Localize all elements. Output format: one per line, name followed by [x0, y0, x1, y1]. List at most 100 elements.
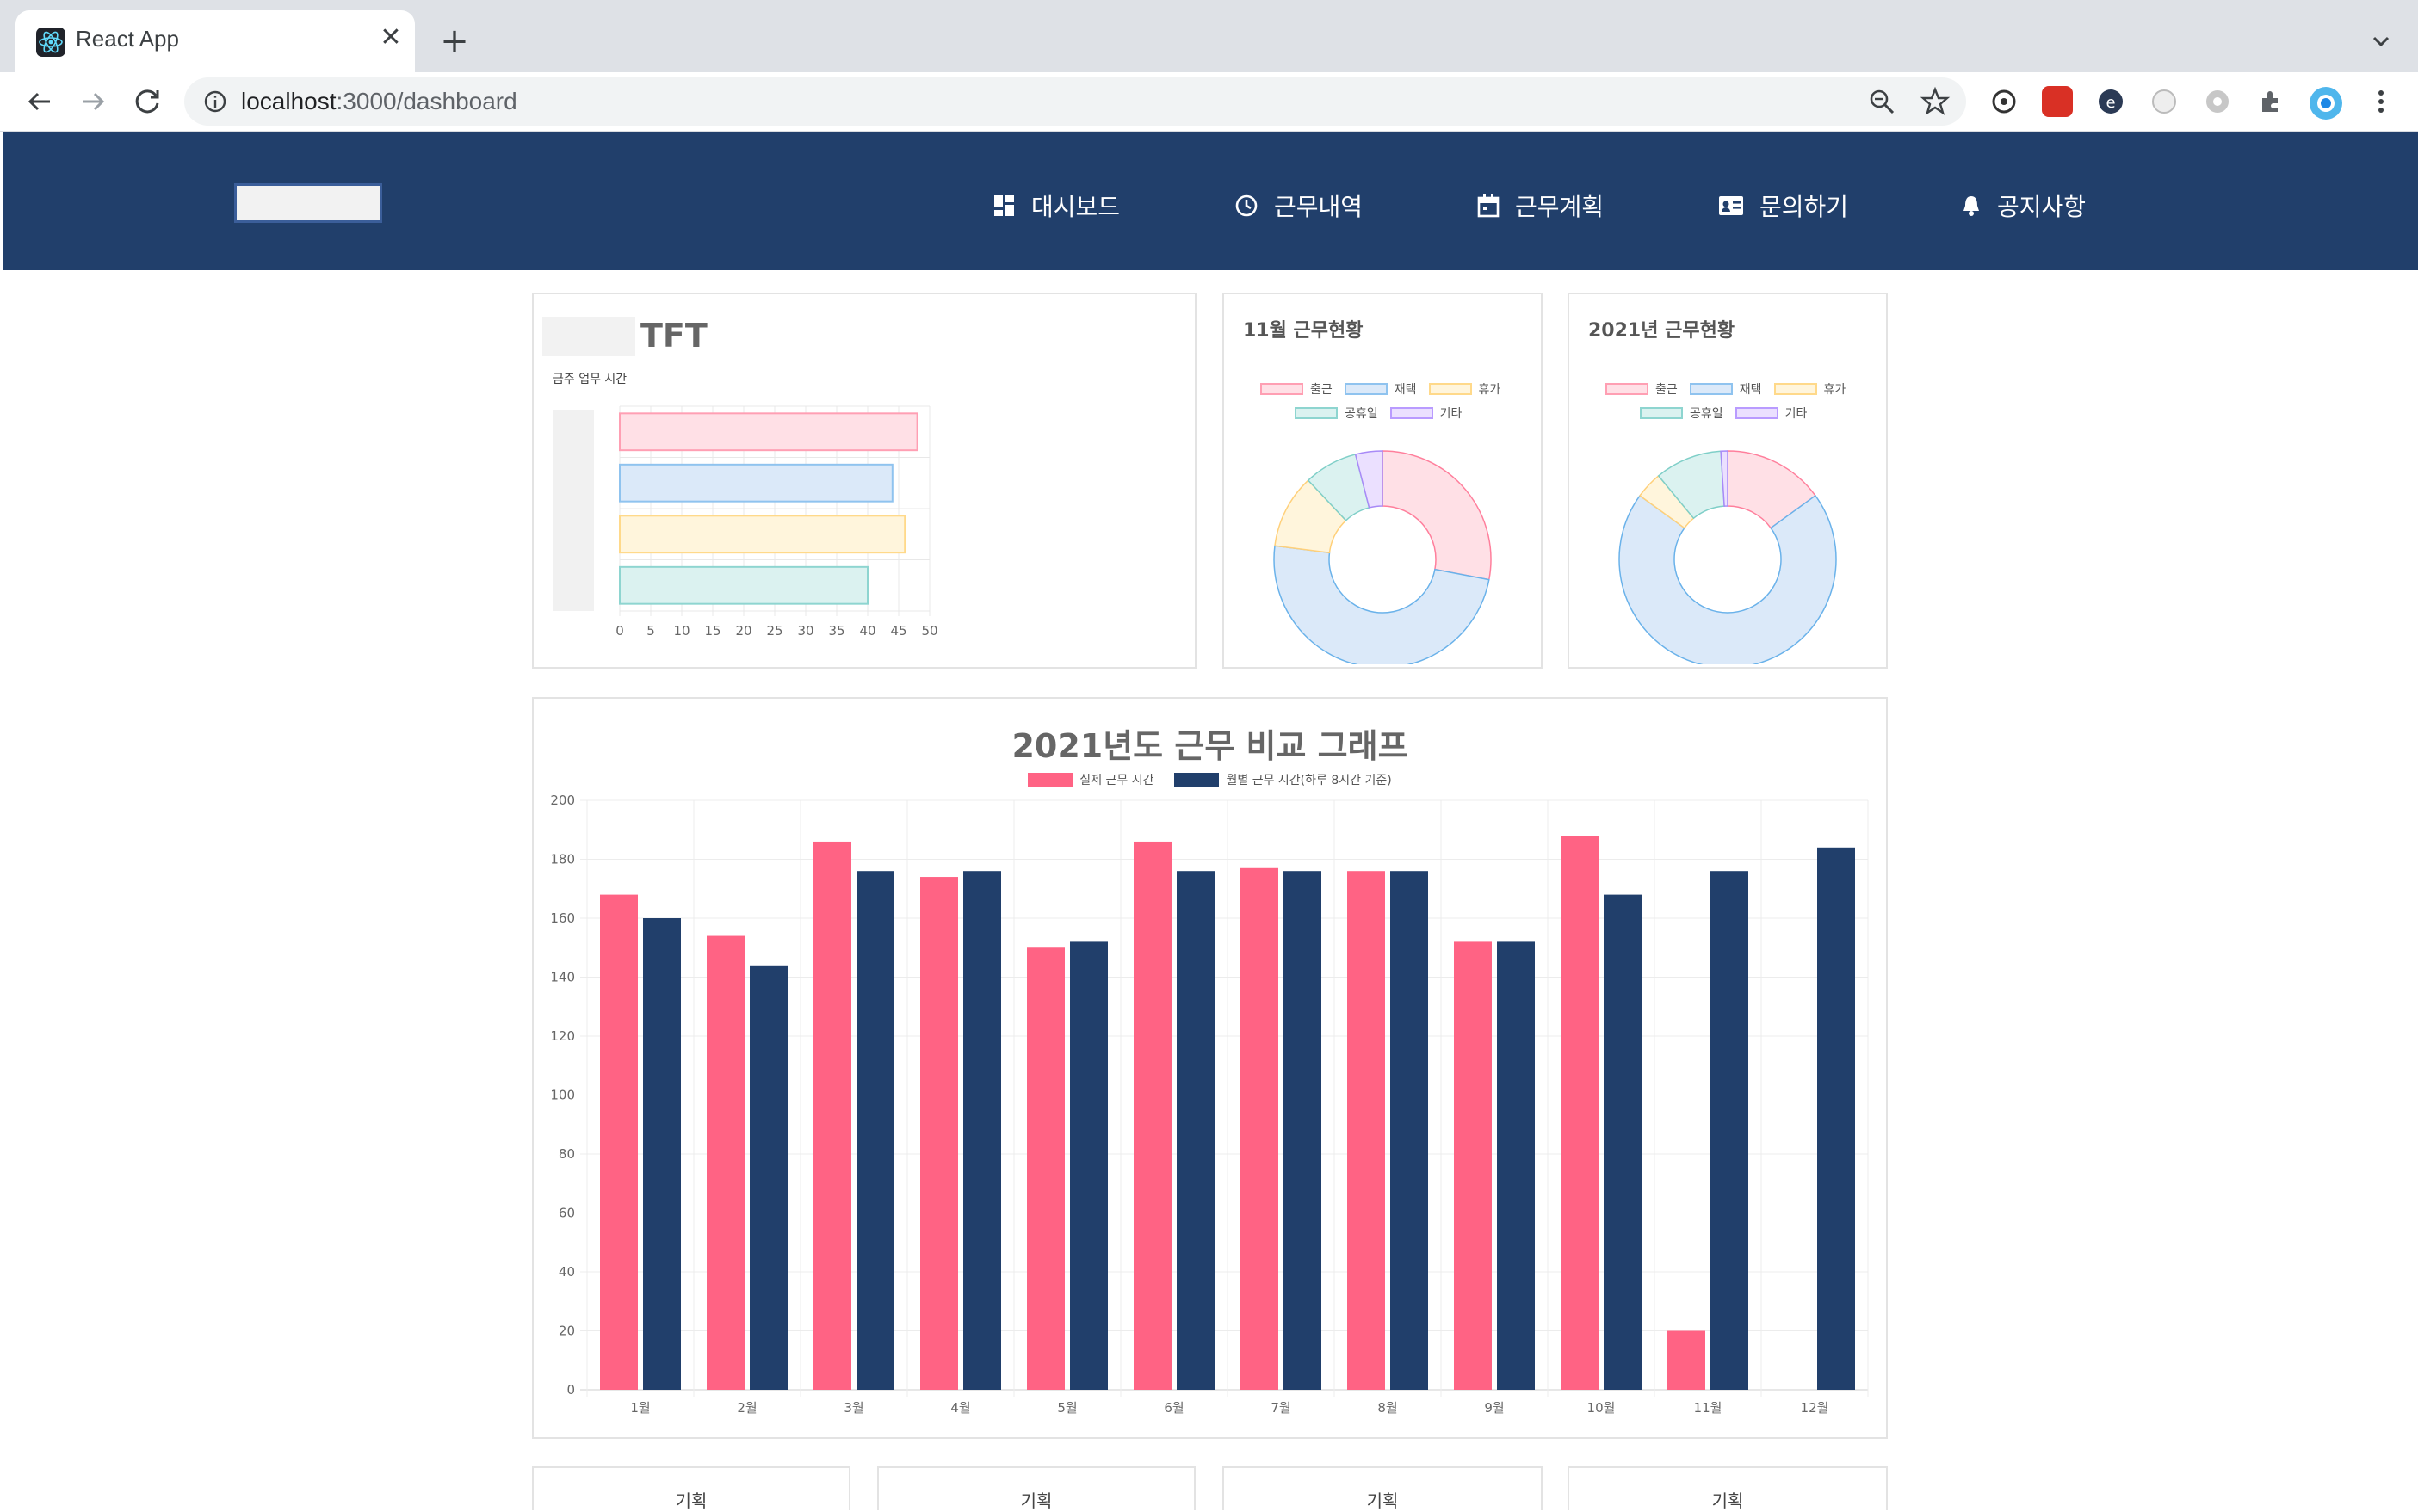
- actual-hours-bar[interactable]: [1134, 841, 1172, 1390]
- bar[interactable]: [619, 565, 869, 605]
- x-tick-label: 7월: [1271, 1400, 1290, 1416]
- bar[interactable]: [619, 515, 906, 554]
- x-tick-label: 5: [646, 623, 655, 639]
- monthly-hours-bar[interactable]: [963, 871, 1001, 1390]
- actual-hours-bar[interactable]: [1454, 941, 1492, 1390]
- close-tab-icon[interactable]: ✕: [375, 22, 406, 53]
- address-bar[interactable]: localhost:3000/dashboard: [184, 77, 1966, 126]
- actual-hours-bar[interactable]: [1240, 867, 1278, 1390]
- x-tick-label: 25: [766, 623, 782, 639]
- team-title: TFT: [640, 317, 708, 355]
- monthly-hours-bar[interactable]: [1070, 941, 1108, 1390]
- legend-item: 재택: [1344, 380, 1417, 398]
- monthly-hours-bar[interactable]: [1604, 894, 1642, 1390]
- monthly-hours-bar[interactable]: [1283, 871, 1321, 1390]
- nav-inquiry-label: 문의하기: [1759, 193, 1849, 221]
- monthly-hours-bar[interactable]: [857, 871, 894, 1390]
- nav-inquiry[interactable]: 문의하기: [1718, 188, 1848, 223]
- y-tick-label: 120: [550, 1028, 575, 1044]
- nav-work-plan[interactable]: 근무계획: [1477, 188, 1604, 223]
- browser-toolbar: localhost:3000/dashboard e: [0, 72, 2418, 132]
- month-donut-chart: [1273, 450, 1492, 664]
- legend-item: 공휴일: [1295, 404, 1378, 422]
- x-tick-label: 15: [704, 623, 720, 639]
- nav-dashboard[interactable]: 대시보드: [993, 188, 1120, 223]
- nav-notice-label: 공지사항: [1997, 193, 2087, 221]
- extension-e-icon[interactable]: e: [2095, 86, 2126, 117]
- profile-avatar-icon[interactable]: [2309, 86, 2342, 120]
- y-tick-label: 200: [550, 793, 575, 808]
- actual-hours-bar[interactable]: [1027, 947, 1065, 1390]
- planning-card-label: 기획: [1711, 1490, 1744, 1511]
- bar[interactable]: [619, 412, 918, 452]
- extension-grey-icon[interactable]: [2149, 86, 2180, 117]
- planning-card-1[interactable]: 기획: [532, 1466, 850, 1511]
- site-info-icon[interactable]: [201, 88, 229, 115]
- month-legend-row1: 출근 재택 휴가: [1260, 380, 1500, 398]
- extension-sync-icon[interactable]: [1988, 86, 2019, 117]
- x-tick-label: 12월: [1801, 1400, 1829, 1416]
- x-tick-label: 0: [615, 623, 624, 639]
- tab-search-chevron-icon[interactable]: [2364, 24, 2398, 59]
- actual-hours-bar[interactable]: [1347, 871, 1385, 1390]
- forward-arrow-icon[interactable]: [74, 83, 112, 120]
- actual-hours-bar[interactable]: [1561, 836, 1599, 1390]
- monthly-hours-bar[interactable]: [1817, 847, 1855, 1390]
- pie-slice[interactable]: [1382, 450, 1492, 581]
- browser-tab[interactable]: React App ✕: [15, 10, 415, 72]
- contact-card-icon: [1719, 196, 1743, 215]
- url-path: :3000/dashboard: [336, 88, 517, 114]
- actual-hours-bar[interactable]: [813, 841, 851, 1390]
- extension-gear-icon[interactable]: [2202, 86, 2233, 117]
- nav-work-history[interactable]: 근무내역: [1234, 188, 1363, 223]
- legend-swatch: [1773, 383, 1817, 395]
- actual-hours-bar[interactable]: [1667, 1330, 1705, 1391]
- year-status-title: 2021년 근무현황: [1588, 320, 1735, 342]
- back-arrow-icon[interactable]: [21, 83, 59, 120]
- monthly-hours-bar[interactable]: [1177, 871, 1215, 1390]
- bookmark-star-icon[interactable]: [1920, 86, 1951, 117]
- browser-menu-icon[interactable]: [2365, 86, 2396, 117]
- y-tick-label: 180: [550, 852, 575, 867]
- bar[interactable]: [619, 463, 894, 503]
- x-tick-label: 11월: [1694, 1400, 1722, 1416]
- legend-label: 휴가: [1478, 383, 1501, 397]
- zoom-icon[interactable]: [1866, 86, 1897, 117]
- legend-label: 재택: [1739, 383, 1762, 397]
- monthly-hours-bar[interactable]: [750, 965, 788, 1390]
- monthly-hours-bar[interactable]: [1497, 941, 1535, 1390]
- planning-card-2[interactable]: 기획: [877, 1466, 1196, 1511]
- monthly-hours-bar[interactable]: [1710, 871, 1748, 1390]
- legend-label: 출근: [1310, 383, 1333, 397]
- monthly-hours-bar[interactable]: [643, 918, 681, 1390]
- react-logo-icon: [36, 28, 65, 57]
- nav-dashboard-label: 대시보드: [1031, 193, 1121, 221]
- legend-item: 재택: [1689, 380, 1762, 398]
- x-tick-label: 20: [735, 623, 751, 639]
- pie-slice[interactable]: [1618, 494, 1837, 664]
- reload-icon[interactable]: [129, 83, 167, 120]
- legend-label: 공휴일: [1345, 407, 1378, 421]
- actual-hours-bar[interactable]: [600, 894, 638, 1390]
- calendar-icon: [1477, 194, 1500, 218]
- planning-card-3[interactable]: 기획: [1222, 1466, 1543, 1511]
- y-tick-label: 80: [559, 1146, 575, 1162]
- legend-swatch: [1389, 407, 1433, 419]
- actual-hours-bar[interactable]: [707, 935, 745, 1390]
- monthly-hours-bar[interactable]: [1390, 871, 1428, 1390]
- legend-label: 기타: [1784, 407, 1808, 421]
- y-tick-label: 60: [559, 1206, 575, 1221]
- nav-notice[interactable]: 공지사항: [1961, 188, 2086, 223]
- extension-red-icon[interactable]: [2042, 86, 2073, 117]
- x-tick-label: 50: [921, 623, 937, 639]
- extensions-puzzle-icon[interactable]: [2255, 86, 2286, 117]
- svg-text:e: e: [2106, 94, 2115, 112]
- new-tab-icon[interactable]: +: [436, 22, 473, 60]
- actual-hours-bar[interactable]: [920, 877, 958, 1390]
- legend-label: 재택: [1394, 383, 1417, 397]
- legend-swatch: [1640, 407, 1683, 419]
- tab-title: React App: [76, 26, 179, 52]
- clock-icon: [1235, 194, 1258, 217]
- planning-card-4[interactable]: 기획: [1568, 1466, 1888, 1511]
- logo-placeholder[interactable]: [234, 183, 382, 223]
